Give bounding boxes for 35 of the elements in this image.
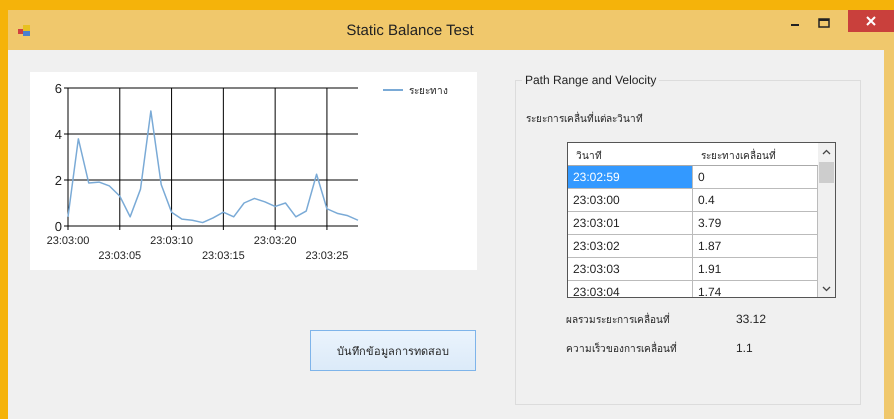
result-value: 33.12 xyxy=(736,312,766,327)
scrollbar[interactable] xyxy=(818,143,835,297)
table-cell[interactable]: 23:03:04 xyxy=(568,281,693,297)
table-cell[interactable]: 23:03:01 xyxy=(568,212,693,235)
window-title: Static Balance Test xyxy=(345,22,475,38)
legend-label: ระยะทาง xyxy=(409,86,448,97)
x-tick-label: 23:03:25 xyxy=(306,250,348,262)
y-tick-label: 6 xyxy=(54,81,62,96)
x-tick-label: 23:03:10 xyxy=(150,235,193,247)
table-cell[interactable]: 23:03:00 xyxy=(568,189,693,212)
x-tick-label: 23:03:20 xyxy=(254,235,297,247)
maximize-icon[interactable] xyxy=(818,18,830,28)
scroll-down-icon[interactable] xyxy=(822,286,831,292)
result-label: ความเร็วของการเคลื่อนที่ xyxy=(566,341,736,356)
x-tick-label: 23:03:00 xyxy=(46,235,90,247)
scroll-up-icon[interactable] xyxy=(822,149,831,155)
y-tick-label: 4 xyxy=(54,127,62,142)
close-icon[interactable] xyxy=(866,16,876,26)
result-label: ผลรวมระยะการเคลื่อนที่ xyxy=(566,312,736,327)
x-tick-label: 23:03:15 xyxy=(202,250,245,262)
scroll-thumb[interactable] xyxy=(819,162,834,183)
save-button[interactable]: บันทึกข้อมูลการทดสอบ xyxy=(310,330,476,371)
result-value: 1.1 xyxy=(736,341,753,356)
column-header[interactable]: วินาที xyxy=(568,143,693,165)
table-cell[interactable]: 23:03:03 xyxy=(568,258,693,281)
group-title: Path Range and Velocity xyxy=(522,73,660,87)
y-tick-label: 2 xyxy=(54,173,62,188)
close-button[interactable] xyxy=(848,10,894,32)
table-cell[interactable]: 23:03:02 xyxy=(568,235,693,258)
legend-line xyxy=(383,89,403,91)
table-caption: ระยะการเคลื่นที่แต่ละวินาที xyxy=(526,111,860,126)
y-tick-label: 0 xyxy=(54,219,62,234)
column-header[interactable]: ระยะทางเคลื่อนที่ xyxy=(693,143,818,165)
x-tick-label: 23:03:05 xyxy=(98,250,142,262)
app-icon xyxy=(18,24,30,36)
